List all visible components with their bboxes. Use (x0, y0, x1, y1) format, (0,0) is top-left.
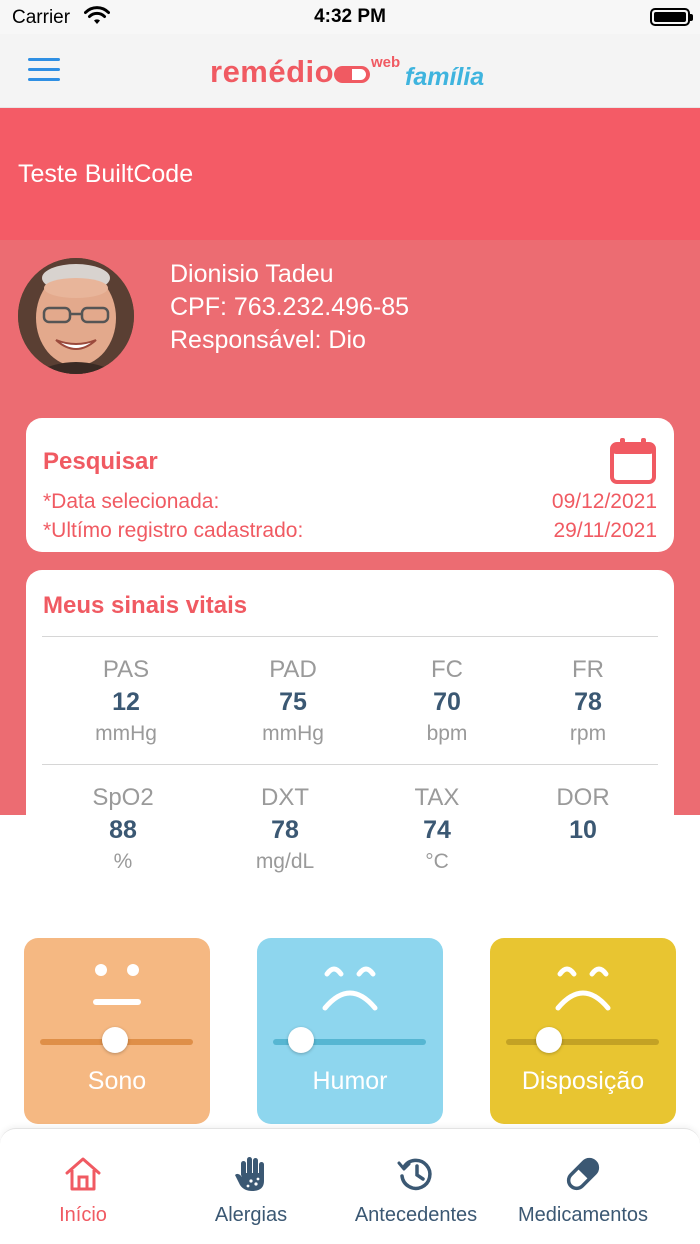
allergy-hand-icon (235, 1157, 264, 1191)
mood-label-disposicao: Disposição (521, 1067, 645, 1095)
battery-icon (650, 8, 693, 26)
vital-label: PAS (102, 656, 150, 683)
vital-value: 78 (574, 688, 602, 716)
disposicao-slider-thumb[interactable] (535, 1027, 562, 1053)
selected-date-label: *Data selecionada: (43, 490, 220, 513)
mood-card-humor[interactable]: Humor (257, 938, 443, 1124)
app-logo: remédio web família (210, 50, 500, 92)
vital-label: SpO2 (92, 784, 154, 811)
vital-label: FR (572, 656, 604, 683)
vital-label: FC (431, 656, 463, 683)
vital-value: 74 (423, 816, 451, 844)
avatar[interactable] (18, 258, 134, 374)
vital-tax: TAX 74 °C (362, 782, 512, 878)
vital-pas: PAS 12 mmHg (51, 654, 201, 750)
vital-unit: bpm (426, 722, 468, 745)
calendar-icon[interactable] (610, 438, 656, 484)
vital-value: 88 (109, 816, 137, 844)
humor-slider-thumb[interactable] (287, 1027, 314, 1053)
vital-label: DXT (261, 784, 309, 811)
vital-fc: FC 70 bpm (372, 654, 522, 750)
vital-value: 10 (569, 816, 597, 844)
logo-pill-icon (334, 66, 370, 83)
search-title: Pesquisar (43, 448, 158, 475)
profile-cpf: CPF: 763.232.496-85 (170, 293, 410, 321)
last-record-label: *Ultímo registro cadastrado: (43, 519, 304, 542)
logo-text: remédio (210, 54, 335, 89)
profile-name: Dionisio Tadeu (170, 260, 334, 288)
mood-card-sono[interactable]: Sono (24, 938, 210, 1124)
history-icon (397, 1158, 432, 1191)
vital-unit: mg/dL (255, 850, 315, 873)
last-record-row: *Ultímo registro cadastrado: 29/11/2021 (43, 519, 657, 543)
tab-inicio[interactable]: Início (20, 1129, 146, 1244)
pill-icon (566, 1157, 600, 1191)
mood-label-humor: Humor (312, 1067, 388, 1095)
logo-familia-text: família (405, 63, 485, 91)
vital-label: DOR (556, 784, 610, 811)
sad-face-icon (555, 966, 611, 1011)
profile-responsible: Responsável: Dio (170, 326, 366, 354)
vital-value: 70 (433, 688, 461, 716)
sad-face-icon (322, 966, 378, 1011)
sono-slider-thumb[interactable] (101, 1027, 128, 1053)
tab-alergias[interactable]: Alergias (188, 1129, 314, 1244)
menu-icon[interactable] (28, 58, 60, 84)
vitals-card: Meus sinais vitais PAS 12 mmHg PAD 75 mm… (26, 570, 674, 900)
selected-date-row: *Data selecionada: 09/12/2021 (43, 490, 657, 514)
profile-info: Dionisio Tadeu CPF: 763.232.496-85 Respo… (170, 258, 409, 357)
vital-dor: DOR 10 (508, 782, 658, 846)
vital-spo2: SpO2 88 % (48, 782, 198, 878)
tab-label: Medicamentos (517, 1204, 649, 1226)
tab-medicamentos[interactable]: Medicamentos (508, 1129, 658, 1244)
clock: 4:32 PM (314, 6, 386, 27)
tab-bar: Início Alergias Antecedentes Medicamento… (0, 1128, 700, 1244)
mood-label-sono: Sono (87, 1067, 147, 1095)
home-icon (65, 1157, 101, 1191)
vital-pad: PAD 75 mmHg (218, 654, 368, 750)
logo-web-text: web (371, 54, 401, 71)
tab-label: Início (59, 1204, 107, 1226)
tab-label: Alergias (214, 1204, 288, 1226)
vital-value: 12 (112, 688, 140, 716)
vital-fr: FR 78 rpm (513, 654, 663, 750)
page-title: Teste BuiltCode (18, 160, 194, 188)
mood-card-disposicao[interactable]: Disposição (490, 938, 676, 1124)
vital-value: 78 (271, 816, 299, 844)
last-record-value: 29/11/2021 (553, 519, 657, 542)
vitals-title: Meus sinais vitais (43, 592, 248, 619)
vital-unit: mmHg (95, 722, 157, 745)
vital-unit: rpm (569, 722, 607, 745)
status-bar: Carrier 4:32 PM (0, 0, 700, 34)
neutral-face-icon (93, 964, 141, 1005)
vital-label: PAD (269, 656, 317, 683)
disposicao-slider-track[interactable] (506, 1039, 659, 1045)
vital-dxt: DXT 78 mg/dL (210, 782, 360, 878)
app-header: remédio web família (0, 34, 700, 108)
divider (42, 764, 658, 765)
selected-date-value: 09/12/2021 (551, 490, 657, 513)
vital-unit: mmHg (262, 722, 324, 745)
divider (42, 636, 658, 637)
vital-value: 75 (279, 688, 307, 716)
search-card[interactable]: Pesquisar *Data selecionada: 09/12/2021 … (26, 418, 674, 552)
vital-unit: °C (425, 850, 449, 873)
vital-label: TAX (414, 784, 460, 811)
title-band: Teste BuiltCode (0, 108, 700, 240)
tab-antecedentes[interactable]: Antecedentes (346, 1129, 486, 1244)
tab-label: Antecedentes (354, 1204, 478, 1226)
vital-unit: % (113, 850, 133, 873)
